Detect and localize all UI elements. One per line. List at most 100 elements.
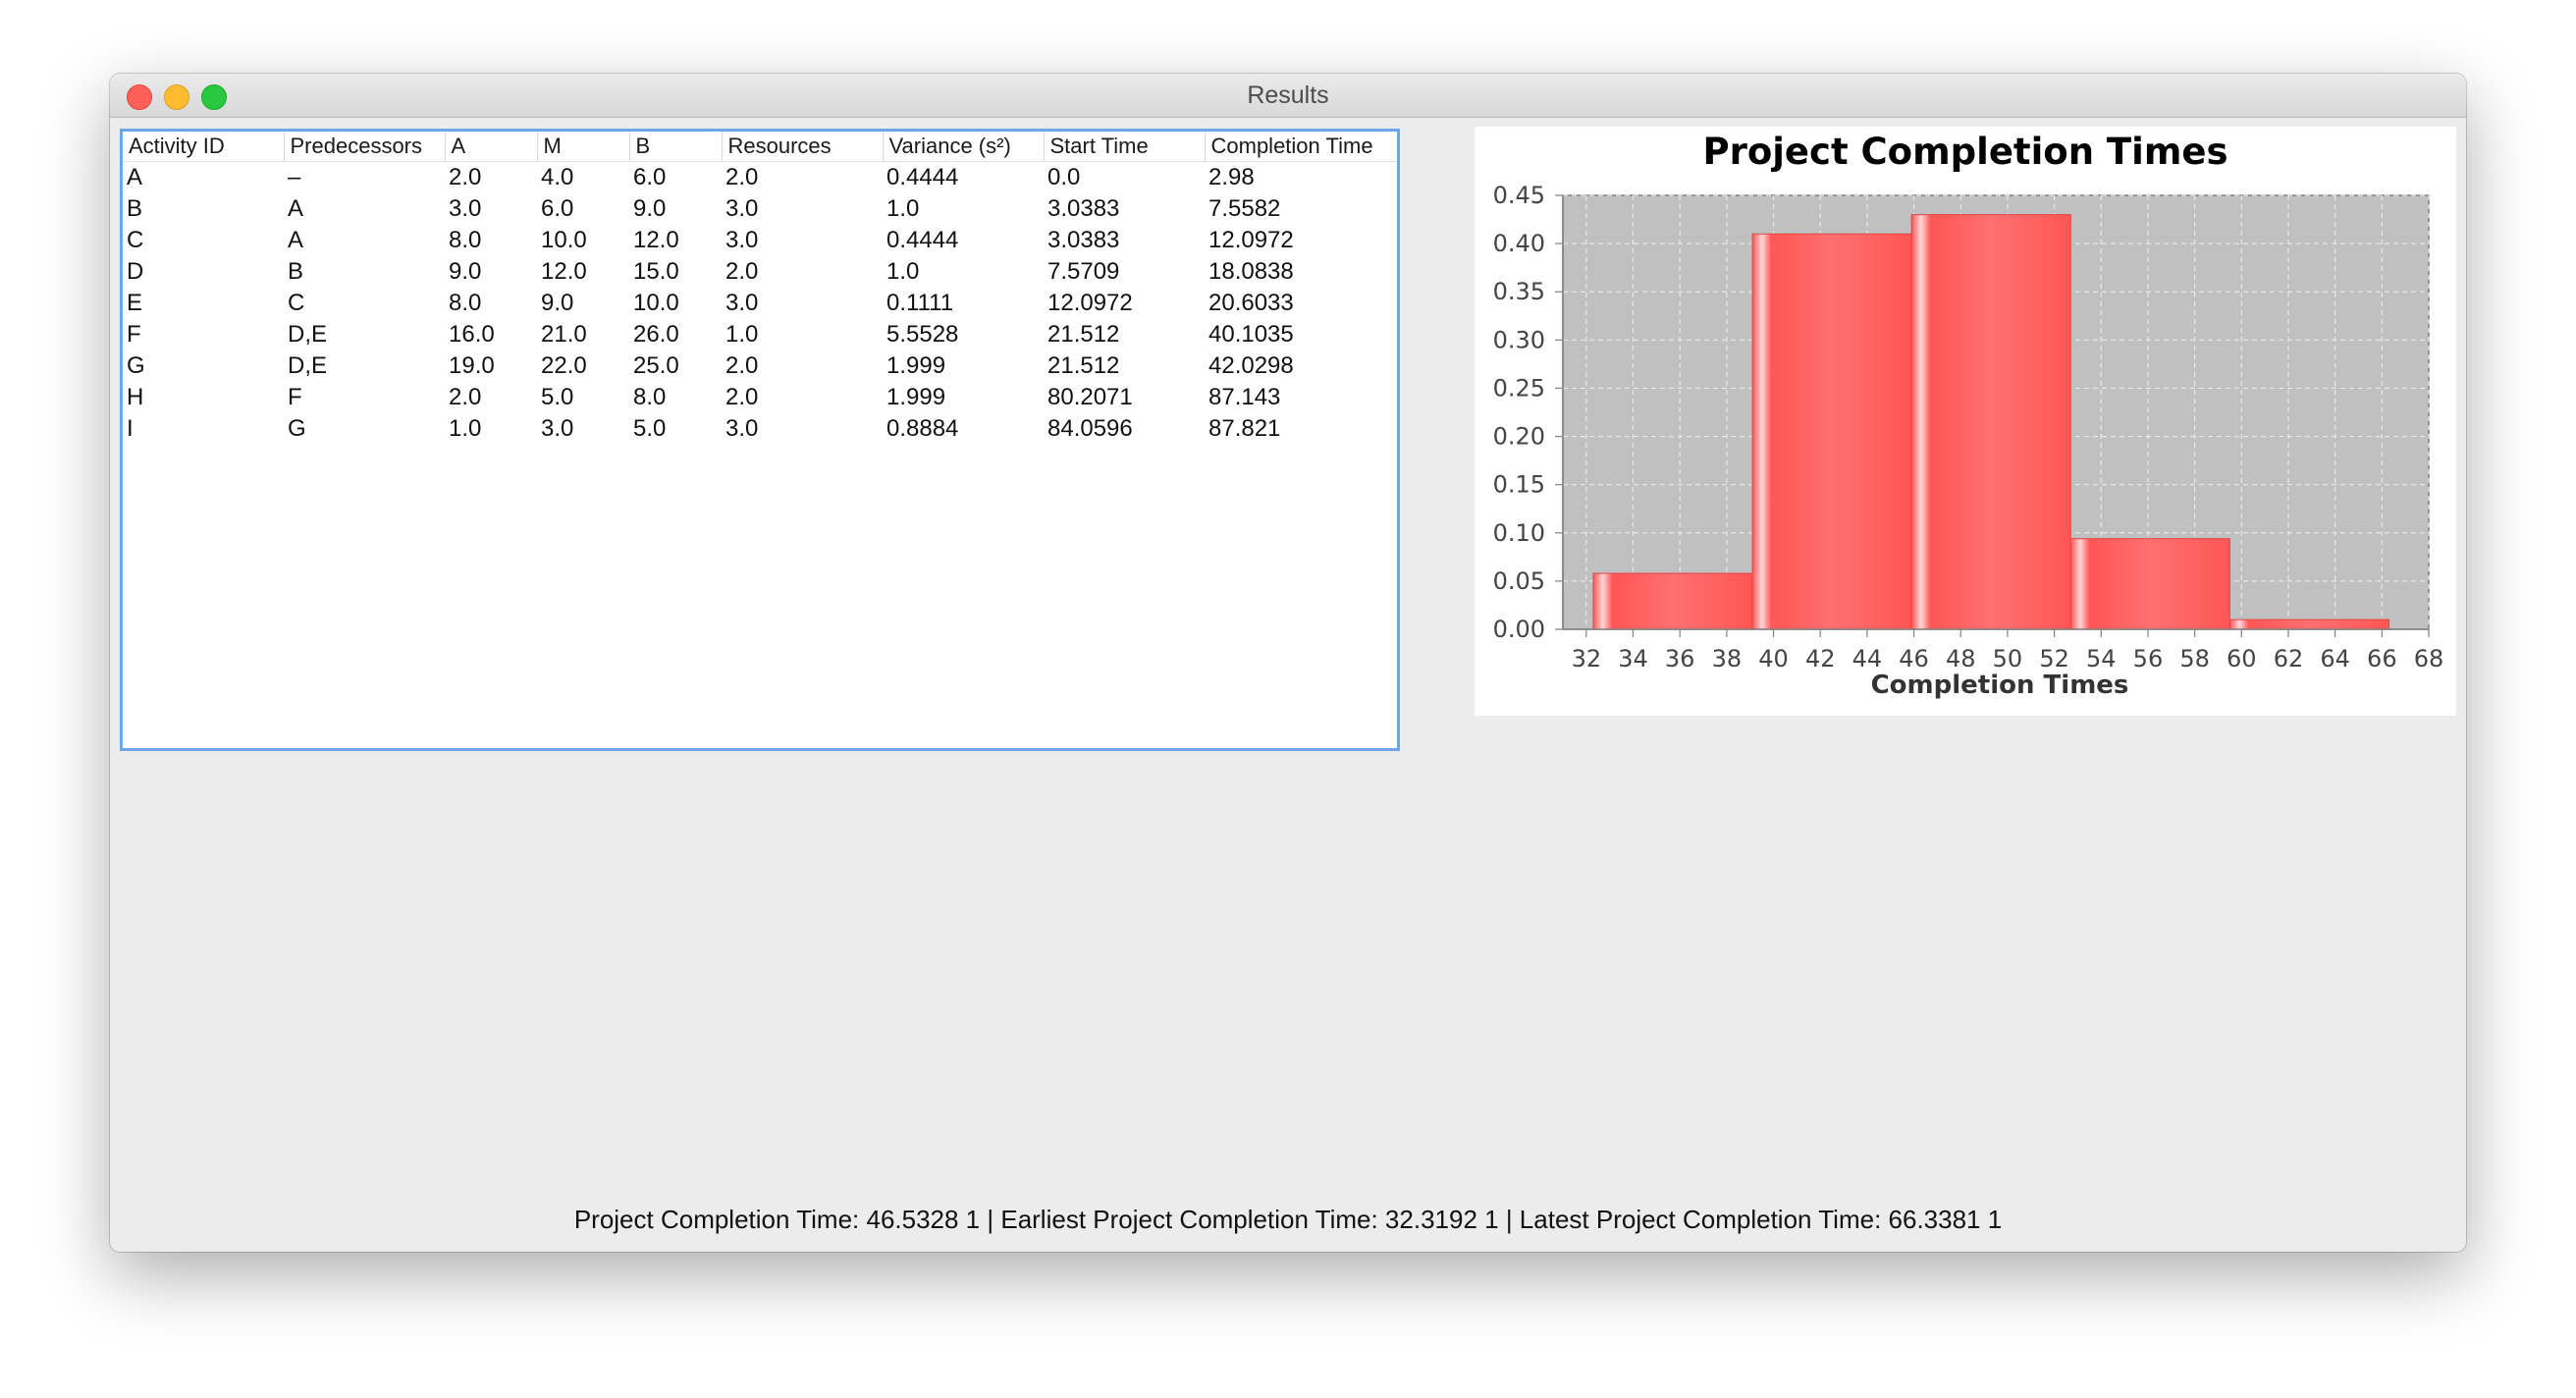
- table-cell[interactable]: 3.0: [722, 288, 883, 319]
- table-row[interactable]: G D,E 19.0 22.0 25.0 2.0 1.999 21.512 42.0298: [123, 350, 1397, 382]
- column-header[interactable]: M: [537, 132, 630, 162]
- table-cell[interactable]: A: [284, 225, 445, 256]
- table-row[interactable]: D B 9.0 12.0 15.0 2.0 1.0 7.5709 18.0838: [123, 256, 1397, 288]
- table-cell[interactable]: 12.0972: [1205, 225, 1397, 256]
- table-cell[interactable]: 8.0: [445, 225, 537, 256]
- table-cell[interactable]: 84.0596: [1044, 413, 1205, 445]
- table-cell[interactable]: 3.0383: [1044, 193, 1205, 225]
- table-cell[interactable]: 87.821: [1205, 413, 1397, 445]
- table-cell[interactable]: 8.0: [629, 382, 722, 413]
- table-cell[interactable]: –: [284, 162, 445, 194]
- table-cell[interactable]: H: [123, 382, 284, 413]
- table-row[interactable]: F D,E 16.0 21.0 26.0 1.0 5.5528 21.512 40.1035: [123, 319, 1397, 350]
- table-cell[interactable]: 18.0838: [1205, 256, 1397, 288]
- table-cell[interactable]: 80.2071: [1044, 382, 1205, 413]
- column-header[interactable]: Start Time: [1044, 132, 1206, 162]
- table-cell[interactable]: E: [123, 288, 284, 319]
- table-cell[interactable]: 1.999: [883, 382, 1044, 413]
- table-cell[interactable]: C: [123, 225, 284, 256]
- table-cell[interactable]: 10.0: [629, 288, 722, 319]
- table-cell[interactable]: 1.0: [722, 319, 883, 350]
- table-cell[interactable]: 16.0: [445, 319, 537, 350]
- table-cell[interactable]: 0.0: [1044, 162, 1205, 194]
- table-row[interactable]: A –2.0 4.0 6.0 2.0 0.4444 0.0 2.98: [123, 162, 1397, 194]
- table-cell[interactable]: 15.0: [629, 256, 722, 288]
- table-cell[interactable]: D: [123, 256, 284, 288]
- table-cell[interactable]: 5.5528: [883, 319, 1044, 350]
- table-cell[interactable]: D,E: [284, 350, 445, 382]
- table-cell[interactable]: 12.0: [629, 225, 722, 256]
- table-row[interactable]: B A 3.0 6.0 9.0 3.0 1.0 3.0383 7.5582: [123, 193, 1397, 225]
- table-cell[interactable]: 0.8884: [883, 413, 1044, 445]
- table-cell[interactable]: B: [123, 193, 284, 225]
- table-cell[interactable]: D,E: [284, 319, 445, 350]
- table-cell[interactable]: 2.0: [445, 162, 537, 194]
- column-header[interactable]: Resources: [722, 132, 884, 162]
- table-cell[interactable]: 2.0: [722, 350, 883, 382]
- table-cell[interactable]: 0.4444: [883, 225, 1044, 256]
- table-cell[interactable]: 6.0: [537, 193, 629, 225]
- table-cell[interactable]: 0.4444: [883, 162, 1044, 194]
- table-cell[interactable]: 19.0: [445, 350, 537, 382]
- table-cell[interactable]: 9.0: [537, 288, 629, 319]
- table-cell[interactable]: 22.0: [537, 350, 629, 382]
- table-cell[interactable]: 3.0: [722, 193, 883, 225]
- table-cell[interactable]: 6.0: [629, 162, 722, 194]
- table-cell[interactable]: I: [123, 413, 284, 445]
- table-cell[interactable]: 2.0: [722, 382, 883, 413]
- table-cell[interactable]: 2.0: [445, 382, 537, 413]
- table-cell[interactable]: 20.6033: [1205, 288, 1397, 319]
- table-cell[interactable]: 2.98: [1205, 162, 1397, 194]
- activity-table[interactable]: Activity ID Predecessors A M B Resources…: [123, 132, 1397, 445]
- column-header[interactable]: Variance (s²): [883, 132, 1045, 162]
- column-header[interactable]: Predecessors: [284, 132, 446, 162]
- activity-table-panel[interactable]: Activity ID Predecessors A M B Resources…: [120, 129, 1400, 751]
- table-cell[interactable]: 12.0: [537, 256, 629, 288]
- table-cell[interactable]: 1.0: [445, 413, 537, 445]
- table-cell[interactable]: 12.0972: [1044, 288, 1205, 319]
- table-cell[interactable]: 87.143: [1205, 382, 1397, 413]
- table-row[interactable]: E C 8.0 9.0 10.0 3.0 0.1111 12.0972 20.6033: [123, 288, 1397, 319]
- table-cell[interactable]: G: [284, 413, 445, 445]
- table-cell[interactable]: 3.0: [445, 193, 537, 225]
- table-cell[interactable]: 1.0: [883, 193, 1044, 225]
- table-cell[interactable]: 3.0383: [1044, 225, 1205, 256]
- table-cell[interactable]: 40.1035: [1205, 319, 1397, 350]
- table-row[interactable]: I G 1.0 3.0 5.0 3.0 0.8884 84.0596 87.821: [123, 413, 1397, 445]
- table-cell[interactable]: C: [284, 288, 445, 319]
- table-cell[interactable]: 1.0: [883, 256, 1044, 288]
- table-cell[interactable]: 7.5582: [1205, 193, 1397, 225]
- column-header[interactable]: A: [445, 132, 538, 162]
- table-cell[interactable]: 5.0: [537, 382, 629, 413]
- column-header[interactable]: Completion Time: [1205, 132, 1397, 162]
- table-cell[interactable]: B: [284, 256, 445, 288]
- table-cell[interactable]: 21.0: [537, 319, 629, 350]
- title-bar[interactable]: Results: [110, 74, 2466, 118]
- table-cell[interactable]: 2.0: [722, 256, 883, 288]
- table-cell[interactable]: A: [284, 193, 445, 225]
- table-row[interactable]: C A 8.0 10.0 12.0 3.0 0.4444 3.0383 12.0972: [123, 225, 1397, 256]
- table-cell[interactable]: F: [284, 382, 445, 413]
- table-cell[interactable]: 8.0: [445, 288, 537, 319]
- table-cell[interactable]: 21.512: [1044, 350, 1205, 382]
- table-cell[interactable]: 0.1111: [883, 288, 1044, 319]
- table-cell[interactable]: 5.0: [629, 413, 722, 445]
- table-cell[interactable]: F: [123, 319, 284, 350]
- table-cell[interactable]: 4.0: [537, 162, 629, 194]
- table-cell[interactable]: 9.0: [445, 256, 537, 288]
- table-cell[interactable]: 26.0: [629, 319, 722, 350]
- table-cell[interactable]: 1.999: [883, 350, 1044, 382]
- table-cell[interactable]: 3.0: [537, 413, 629, 445]
- table-cell[interactable]: 25.0: [629, 350, 722, 382]
- table-cell[interactable]: 21.512: [1044, 319, 1205, 350]
- table-cell[interactable]: 42.0298: [1205, 350, 1397, 382]
- table-cell[interactable]: A: [123, 162, 284, 194]
- table-cell[interactable]: 3.0: [722, 413, 883, 445]
- column-header[interactable]: Activity ID: [123, 132, 285, 162]
- table-cell[interactable]: 2.0: [722, 162, 883, 194]
- table-cell[interactable]: 3.0: [722, 225, 883, 256]
- table-cell[interactable]: 7.5709: [1044, 256, 1205, 288]
- table-cell[interactable]: 10.0: [537, 225, 629, 256]
- table-cell[interactable]: G: [123, 350, 284, 382]
- table-row[interactable]: H F 2.0 5.0 8.0 2.0 1.999 80.2071 87.143: [123, 382, 1397, 413]
